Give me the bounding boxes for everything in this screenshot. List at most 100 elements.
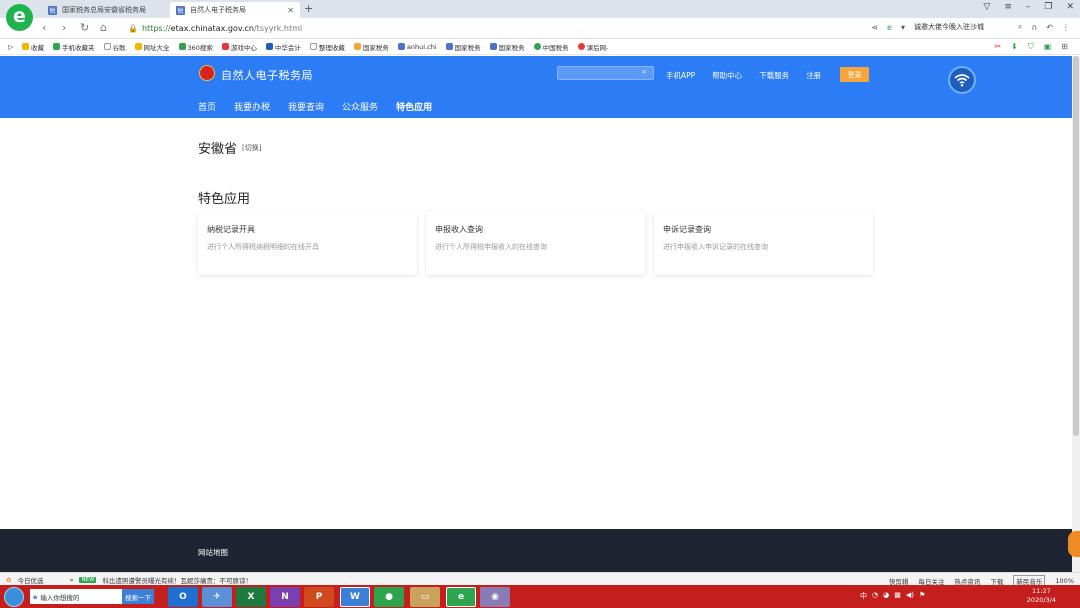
bookmark-item[interactable]: anhui.chi <box>397 43 437 51</box>
input-method-icon[interactable]: 中 <box>860 591 867 601</box>
flag-icon[interactable]: ⚑ <box>919 591 925 601</box>
browser-taskbar-icon[interactable]: e <box>446 587 476 607</box>
bookmark-item[interactable]: 游戏中心 <box>221 42 257 52</box>
help-center-link[interactable]: 帮助中心 <box>712 70 742 81</box>
excel-icon[interactable]: X <box>236 587 266 607</box>
search-icon[interactable]: ⌕ <box>1018 22 1022 32</box>
game-pad-icon[interactable]: ▣ <box>1044 42 1052 52</box>
register-link[interactable]: 注册 <box>806 70 821 81</box>
restore-icon[interactable]: ❐ <box>1044 2 1052 12</box>
login-button[interactable]: 登录 <box>840 67 869 82</box>
bookmark-item[interactable]: 课后网- <box>577 42 609 52</box>
download-icon[interactable]: ⬇ <box>1011 42 1018 52</box>
card-income-query[interactable]: 申报收入查询 进行个人所得税申报收入的在线查询 <box>426 212 645 275</box>
page-scrollbar[interactable] <box>1072 56 1080 572</box>
bookmark-item[interactable]: 手机收藏夹 <box>53 42 95 52</box>
chevron-left-icon[interactable]: « <box>69 576 73 584</box>
start-button[interactable] <box>4 587 24 607</box>
dropdown-icon[interactable]: ▾ <box>901 23 905 32</box>
globe-icon <box>533 43 541 50</box>
onenote-icon[interactable]: N <box>270 587 300 607</box>
bookmark-item[interactable]: 国家税务 <box>445 42 481 52</box>
bookmark-item[interactable]: 国家税务 <box>353 42 389 52</box>
minimize-icon[interactable]: – <box>1026 2 1031 12</box>
bookmark-item[interactable]: 整理收藏 <box>309 42 345 52</box>
download-service-link[interactable]: 下载服务 <box>759 70 789 81</box>
file-explorer-icon[interactable]: ▭ <box>410 587 440 607</box>
bookmark-item[interactable]: 360搜索 <box>178 42 213 52</box>
outlook-icon[interactable]: O <box>168 587 198 607</box>
card-description: 进行个人所得税申报收入的在线查询 <box>435 243 547 251</box>
paint-icon[interactable]: ◉ <box>480 587 510 607</box>
wifi-icon[interactable] <box>948 66 976 94</box>
bookmark-item[interactable]: 网址大全 <box>134 42 170 52</box>
back-icon[interactable]: ‹ <box>42 21 46 34</box>
search-icon[interactable]: ⌕ <box>642 67 646 77</box>
powerpoint-icon[interactable]: P <box>304 587 334 607</box>
skin-icon[interactable]: ▽ <box>983 2 990 12</box>
bookmark-item[interactable]: 中国税务 <box>533 42 569 52</box>
taskbar-search-button[interactable]: 搜索一下 <box>122 589 154 604</box>
volume-icon[interactable]: ◀) <box>906 591 914 601</box>
bookmark-item[interactable]: 收藏 <box>22 42 44 52</box>
news-ticker[interactable]: 科比遗照遭警员曝光有续！瓦妮莎痛责：不可原谅！ <box>102 575 252 585</box>
wechat-icon[interactable]: ● <box>374 587 404 607</box>
nav-query[interactable]: 我要查询 <box>288 100 324 120</box>
share-icon[interactable]: ⋖ <box>871 23 878 32</box>
site-search-input[interactable] <box>557 66 654 80</box>
browser-logo[interactable]: e <box>6 4 33 31</box>
menu-icon[interactable]: ≡ <box>1004 2 1012 12</box>
taskbar-clock[interactable]: 11:27 2020/3/4 <box>1027 587 1056 605</box>
url-scheme: https:// <box>141 24 171 33</box>
tray-app-icon[interactable]: ◕ <box>883 591 889 601</box>
sitemap-link[interactable]: 网站地图 <box>198 547 228 558</box>
tab-etax[interactable]: 税 自然人电子税务局 ✕ <box>170 2 300 18</box>
grid-icon[interactable]: ⊞ <box>1061 42 1068 52</box>
browser-logo-glyph: e <box>13 5 26 27</box>
address-right-tools: ⋖ e ▾ 诚邀大佬今晚入驻沙城 ⌕ ∩ ↶ ⋮ <box>871 22 1070 32</box>
nav-home[interactable]: 首页 <box>198 100 216 120</box>
bookmark-item[interactable]: 谷歌 <box>103 42 126 52</box>
mobile-app-link[interactable]: 手机APP <box>666 70 695 81</box>
lock-icon: 🔒 <box>128 24 138 33</box>
bookmark-toggle-icon[interactable]: ▷ <box>8 43 13 51</box>
card-appeal-query[interactable]: 申诉记录查询 进行申报收入申诉记录的在线查询 <box>654 212 873 275</box>
forward-icon[interactable]: › <box>62 21 66 34</box>
switch-province-link[interactable]: [切换] <box>242 143 261 153</box>
nav-handle-tax[interactable]: 我要办税 <box>234 100 270 120</box>
zoom-level[interactable]: 100% <box>1055 577 1074 585</box>
feishu-icon[interactable]: ✈ <box>202 587 232 607</box>
ie-mode-icon[interactable]: e <box>887 23 892 32</box>
home-icon[interactable]: ⌂ <box>100 21 107 34</box>
close-tab-icon[interactable]: ✕ <box>287 6 294 15</box>
tools-icon[interactable]: ✂ <box>994 42 1001 52</box>
bookmark-item[interactable]: 中华会计 <box>265 42 301 52</box>
tax-favicon-icon: 税 <box>48 5 57 15</box>
browser-search-field[interactable]: 诚邀大佬今晚入驻沙城 <box>914 22 1009 32</box>
nav-public-service[interactable]: 公众服务 <box>342 100 378 120</box>
phone-icon <box>53 43 60 50</box>
refresh-icon[interactable]: ↻ <box>80 21 89 34</box>
undo-icon[interactable]: ↶ <box>1046 23 1053 32</box>
wps-icon[interactable]: W <box>340 587 370 607</box>
taskbar-search-input[interactable]: e 输入你想搜的 <box>30 589 122 604</box>
network-icon[interactable]: ▦ <box>894 591 901 601</box>
national-emblem-icon <box>199 65 215 81</box>
tax-favicon-icon <box>445 43 453 50</box>
nav-featured-apps[interactable]: 特色应用 <box>396 100 433 120</box>
new-tab-button[interactable]: + <box>304 2 313 15</box>
more-icon[interactable]: ⋮ <box>1062 23 1070 32</box>
daily-pick-link[interactable]: 今日优选 <box>17 575 43 585</box>
bookmark-item[interactable]: 国家税务 <box>489 42 525 52</box>
card-tax-record[interactable]: 纳税记录开具 进行个人所得税纳税明细的在线开具 <box>198 212 417 275</box>
taskbar-search-placeholder: 输入你想搜的 <box>40 593 80 602</box>
headset-icon[interactable]: ∩ <box>1031 23 1037 32</box>
close-window-icon[interactable]: ✕ <box>1066 2 1074 12</box>
scrollbar-thumb[interactable] <box>1073 56 1079 436</box>
tray-app-icon[interactable]: ◔ <box>872 591 878 601</box>
url-field[interactable]: 🔒 https:// etax.chinatax.gov.cn /tsyyrk.… <box>128 21 388 36</box>
floating-service-badge[interactable] <box>1068 531 1080 557</box>
site-title[interactable]: 自然人电子税务局 <box>221 67 313 83</box>
tab-tax-bureau-anhui[interactable]: 税 国家税务总局安徽省税务局 <box>42 2 170 18</box>
shield-icon[interactable]: ⛉ <box>1028 42 1034 52</box>
